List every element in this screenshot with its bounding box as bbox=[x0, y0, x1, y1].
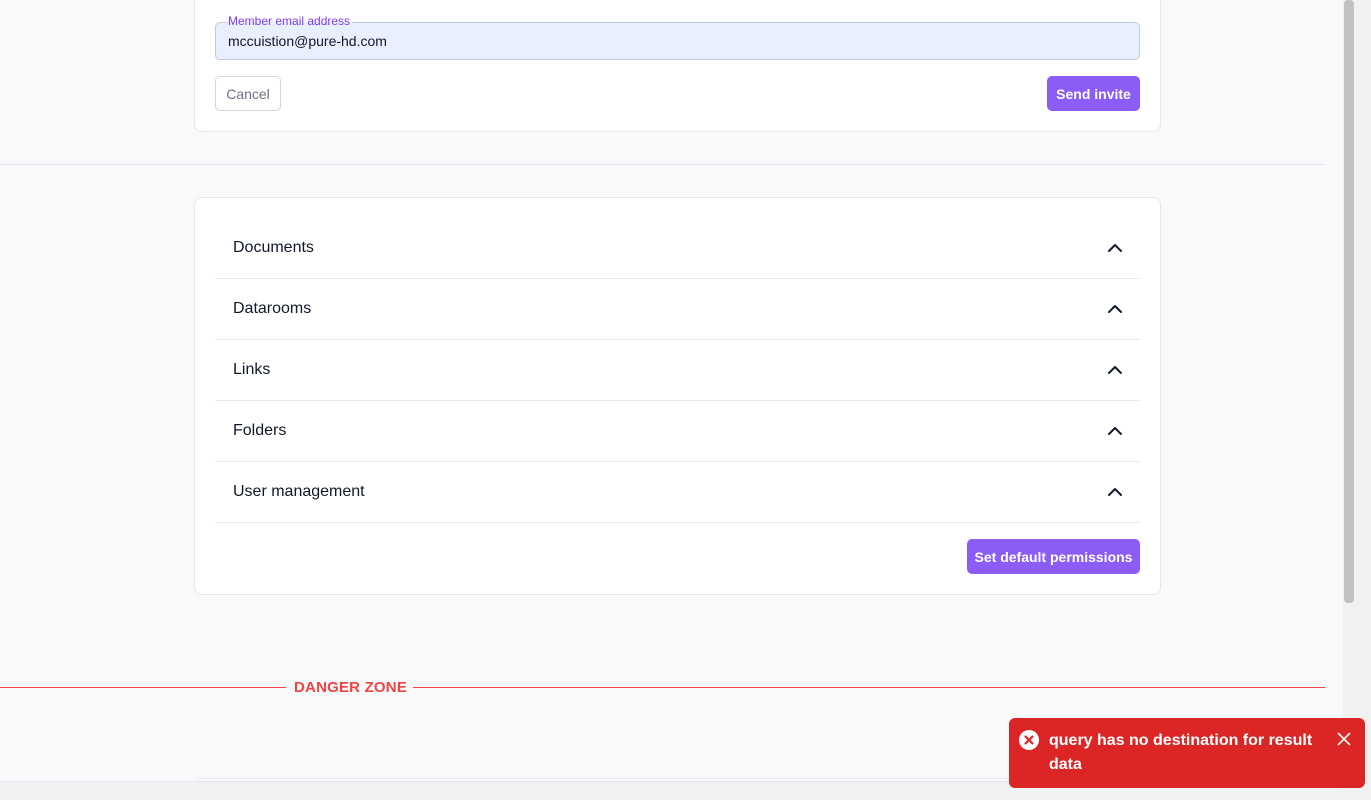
permission-section-label: Datarooms bbox=[233, 300, 312, 317]
danger-zone-divider-right bbox=[413, 687, 1325, 688]
chevron-up-icon[interactable] bbox=[1106, 483, 1124, 501]
error-toast: query has no destination for result data bbox=[1009, 718, 1365, 788]
permission-section-folders[interactable]: Folders bbox=[215, 401, 1140, 462]
error-circle-icon bbox=[1019, 730, 1039, 750]
permission-section-label: Links bbox=[233, 361, 271, 378]
chevron-up-icon[interactable] bbox=[1106, 239, 1124, 257]
email-field-value[interactable]: mccuistion@pure-hd.com bbox=[228, 33, 387, 49]
chevron-up-icon[interactable] bbox=[1106, 361, 1124, 379]
danger-zone-divider-left bbox=[0, 687, 286, 688]
permission-section-documents[interactable]: Documents bbox=[215, 218, 1140, 279]
permission-section-label: Folders bbox=[233, 422, 287, 439]
cancel-button[interactable]: Cancel bbox=[215, 76, 281, 111]
chevron-up-icon[interactable] bbox=[1106, 422, 1124, 440]
permission-section-links[interactable]: Links bbox=[215, 340, 1140, 401]
close-icon[interactable] bbox=[1337, 732, 1351, 746]
permission-section-label: User management bbox=[233, 483, 365, 500]
toast-message: query has no destination for result data bbox=[1049, 732, 1313, 773]
scrollbar-thumb[interactable] bbox=[1344, 0, 1354, 603]
permission-section-user-management[interactable]: User management bbox=[215, 462, 1140, 523]
set-default-permissions-button[interactable]: Set default permissions bbox=[967, 539, 1140, 574]
chevron-up-icon[interactable] bbox=[1106, 300, 1124, 318]
permission-section-label: Documents bbox=[233, 239, 314, 256]
email-field-label: Member email address bbox=[226, 14, 353, 28]
permission-section-datarooms[interactable]: Datarooms bbox=[215, 279, 1140, 340]
send-invite-button[interactable]: Send invite bbox=[1047, 76, 1140, 111]
section-divider bbox=[0, 164, 1325, 165]
danger-zone-title: DANGER ZONE bbox=[294, 679, 408, 696]
